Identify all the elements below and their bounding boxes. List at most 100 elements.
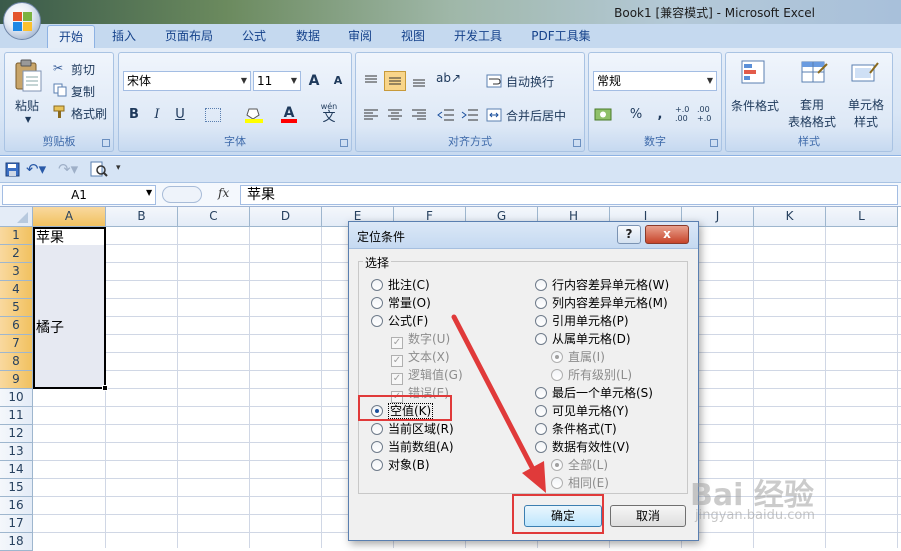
row-header[interactable]: 7 (0, 335, 33, 353)
font-launcher-icon[interactable] (340, 139, 348, 147)
paste-button[interactable]: 粘贴 (15, 97, 39, 114)
row-header[interactable]: 9 (0, 371, 33, 389)
row-header[interactable]: 17 (0, 515, 33, 533)
align-right-icon[interactable] (408, 105, 430, 125)
option-formulas[interactable]: 公式(F) (371, 313, 428, 329)
title-bar: Book1 [兼容模式] - Microsoft Excel (0, 0, 901, 24)
decrease-decimal-icon[interactable]: .00 +.0 (697, 105, 717, 125)
print-preview-icon[interactable] (90, 161, 108, 177)
row-header[interactable]: 14 (0, 461, 33, 479)
row-header[interactable]: 13 (0, 443, 33, 461)
underline-button[interactable]: U (169, 105, 191, 125)
cell-style-button[interactable]: 单元格 样式 (848, 97, 884, 131)
close-button[interactable]: x (645, 225, 689, 244)
name-box[interactable]: A1 (2, 185, 156, 205)
copy-button[interactable]: 复制 (71, 83, 95, 100)
redo-icon[interactable]: ↷▾ (58, 160, 82, 178)
selected-range[interactable] (33, 227, 106, 389)
tab-home[interactable]: 开始 (47, 25, 95, 48)
insert-function-icon[interactable]: fx (218, 186, 229, 200)
align-bottom-icon[interactable] (408, 71, 430, 91)
alignment-launcher-icon[interactable] (573, 139, 581, 147)
column-header[interactable]: K (754, 207, 826, 227)
row-header[interactable]: 5 (0, 299, 33, 317)
office-button[interactable] (3, 2, 41, 40)
shrink-font-button[interactable]: A (327, 71, 349, 91)
help-button[interactable]: ? (617, 225, 641, 244)
save-icon[interactable] (5, 162, 20, 177)
fill-color-icon[interactable] (245, 107, 265, 123)
increase-indent-icon[interactable] (460, 105, 482, 125)
align-center-icon[interactable] (384, 105, 406, 125)
align-top-icon[interactable] (360, 71, 382, 91)
row-header[interactable]: 6 (0, 317, 33, 335)
cancel-button[interactable]: 取消 (610, 505, 686, 527)
format-painter-button[interactable]: 格式刷 (71, 105, 107, 122)
option-comments[interactable]: 批注(C) (371, 277, 430, 293)
tab-formulas[interactable]: 公式 (232, 25, 276, 48)
number-format-select[interactable]: 常规 ▼ (593, 71, 717, 91)
column-header[interactable]: C (178, 207, 250, 227)
select-all-corner[interactable] (0, 207, 33, 227)
increase-decimal-icon[interactable]: +.0 .00 (675, 105, 695, 125)
formula-input[interactable]: 苹果 (240, 185, 898, 205)
tab-data[interactable]: 数据 (286, 25, 330, 48)
row-header[interactable]: 4 (0, 281, 33, 299)
grow-font-button[interactable]: A (303, 71, 325, 91)
bold-button[interactable]: B (123, 105, 145, 125)
italic-button[interactable]: I (146, 105, 168, 125)
tab-pdf-tools[interactable]: PDF工具集 (522, 25, 600, 48)
formula-bar-handle[interactable] (162, 186, 202, 203)
row-header[interactable]: 2 (0, 245, 33, 263)
font-color-icon[interactable]: A (279, 105, 299, 123)
cell-a6: 橘子 (36, 320, 64, 336)
row-header[interactable]: 8 (0, 353, 33, 371)
tab-page-layout[interactable]: 页面布局 (156, 25, 222, 48)
option-row-differences[interactable]: 行内容差异单元格(W) (535, 277, 669, 293)
number-launcher-icon[interactable] (710, 139, 718, 147)
merge-center-button[interactable]: 合并后居中 (506, 107, 566, 124)
option-objects[interactable]: 对象(B) (371, 457, 430, 473)
column-header[interactable]: D (250, 207, 322, 227)
row-header[interactable]: 12 (0, 425, 33, 443)
wrap-text-button[interactable]: 自动换行 (506, 73, 554, 90)
name-box-dropdown-icon[interactable]: ▼ (146, 188, 152, 197)
orientation-icon[interactable]: ab↗ (436, 71, 466, 91)
row-header[interactable]: 10 (0, 389, 33, 407)
tab-review[interactable]: 审阅 (338, 25, 382, 48)
paste-dropdown-icon[interactable]: ▼ (25, 115, 31, 124)
comma-button[interactable]: , (649, 105, 671, 125)
conditional-format-button[interactable]: 条件格式 (731, 97, 779, 114)
column-header[interactable]: L (826, 207, 898, 227)
font-size-select[interactable]: 11 ▼ (253, 71, 301, 91)
option-label: 列内容差异单元格(M) (552, 296, 668, 310)
column-header[interactable]: A (33, 207, 106, 227)
table-format-button[interactable]: 套用 表格格式 (788, 97, 836, 131)
option-constants[interactable]: 常量(O) (371, 295, 431, 311)
font-name-select[interactable]: 宋体 ▼ (123, 71, 251, 91)
tab-view[interactable]: 视图 (391, 25, 435, 48)
undo-icon[interactable]: ↶▾ (26, 160, 50, 178)
fill-handle[interactable] (102, 385, 108, 391)
row-header[interactable]: 16 (0, 497, 33, 515)
currency-icon[interactable] (593, 105, 619, 125)
row-header[interactable]: 15 (0, 479, 33, 497)
align-left-icon[interactable] (360, 105, 382, 125)
row-header[interactable]: 18 (0, 533, 33, 551)
row-header[interactable]: 1 (0, 227, 33, 245)
copy-icon (53, 83, 67, 97)
phonetic-icon[interactable]: wén 文 (315, 103, 343, 125)
tab-insert[interactable]: 插入 (104, 25, 144, 48)
decrease-indent-icon[interactable] (436, 105, 458, 125)
customize-qat-icon[interactable]: ▾ (116, 163, 121, 173)
border-icon[interactable] (205, 108, 221, 122)
tab-developer[interactable]: 开发工具 (445, 25, 511, 48)
clipboard-launcher-icon[interactable] (102, 139, 110, 147)
row-header[interactable]: 3 (0, 263, 33, 281)
row-header[interactable]: 11 (0, 407, 33, 425)
option-all-levels[interactable]: 所有级别(L) (551, 367, 632, 383)
column-header[interactable]: B (106, 207, 178, 227)
cut-button[interactable]: 剪切 (71, 61, 95, 78)
align-middle-icon[interactable] (384, 71, 406, 91)
percent-button[interactable]: % (625, 105, 647, 125)
